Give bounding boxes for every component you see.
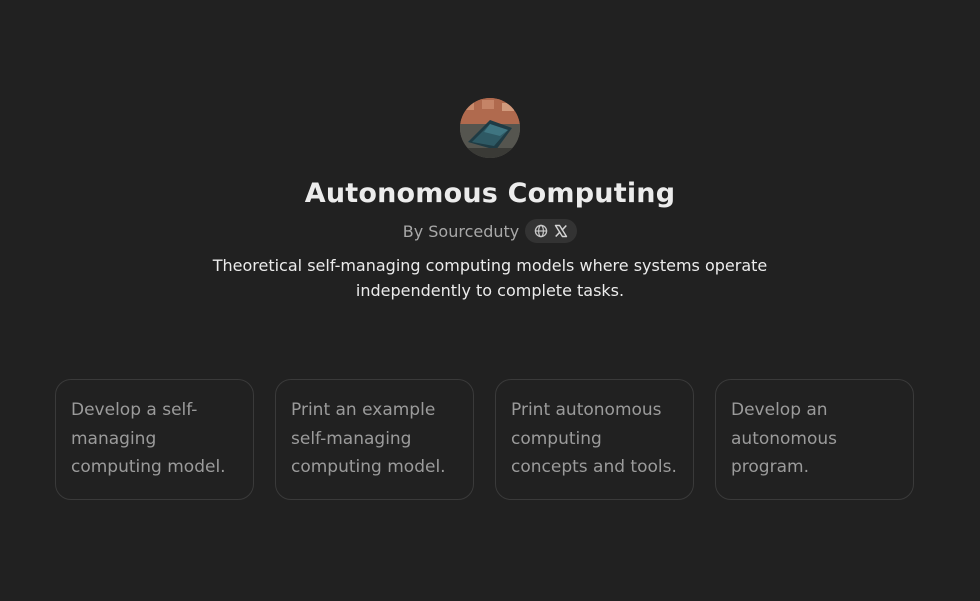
social-links [525,219,578,243]
author-byline: By Sourceduty [403,218,578,244]
starter-card[interactable]: Print an example self-managing computing… [275,379,474,500]
gpt-description: Theoretical self-managing computing mode… [212,256,768,300]
gpt-title: Autonomous Computing [304,178,676,209]
gpt-landing-page: Autonomous Computing By Sourceduty Theor… [0,0,980,601]
x-logo-icon[interactable] [554,224,568,238]
avatar-image [460,98,520,158]
starter-card[interactable]: Develop a self-managing computing model. [55,379,254,500]
starter-card[interactable]: Develop an autonomous program. [715,379,914,500]
gpt-header: Autonomous Computing By Sourceduty Theor… [0,98,980,303]
conversation-starters: Develop a self-managing computing model.… [55,379,914,500]
gpt-avatar [460,98,520,158]
globe-icon[interactable] [534,224,548,238]
starter-card[interactable]: Print autonomous computing concepts and … [495,379,694,500]
author-name[interactable]: By Sourceduty [403,222,520,241]
